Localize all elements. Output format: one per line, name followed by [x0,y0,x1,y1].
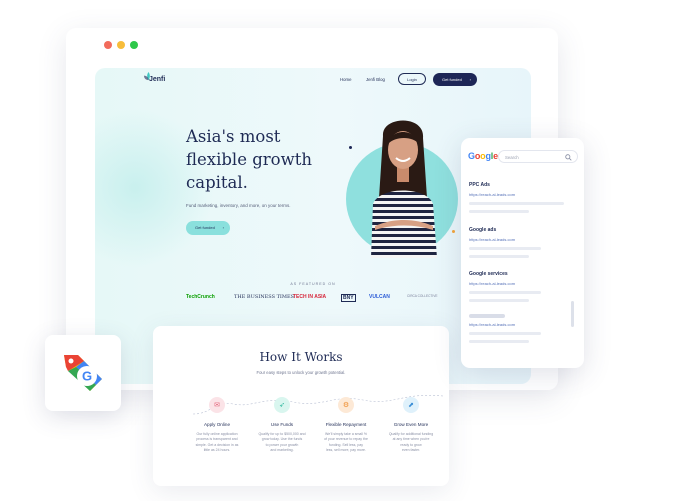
step-description: We'll simply take a small % of your reven… [324,432,368,452]
search-placeholder: Search [505,154,519,160]
decor-dot [452,230,455,233]
result-snippet-placeholder [469,291,541,294]
result-title[interactable]: PPC Ads [469,182,579,188]
press-logo-circa[interactable]: CIRCA COLLECTIVE [407,294,437,298]
result-title-placeholder [469,314,505,318]
rocket-icon: ➶ [274,397,290,413]
nav-get-funded-button[interactable]: Get funded › [433,73,477,86]
envelope-icon: ✉ [209,397,225,413]
hero-headline: Asia's most flexible growth capital. [186,125,336,194]
result-snippet-placeholder [469,340,529,343]
svg-text:G: G [82,369,92,384]
search-result[interactable]: Google services https://reach-al-leads.c… [469,271,579,302]
google-logo: Google [468,151,498,161]
google-results-panel: Google Search PPC Ads https://reach-al-l… [461,138,584,368]
growth-icon: ⬈ [403,397,419,413]
press-logo-bny[interactable]: BNY [341,294,356,302]
result-snippet-placeholder [469,210,529,213]
search-result[interactable]: PPC Ads https://reach-al-leads.com [469,182,579,213]
press-logo-business-times[interactable]: THE BUSINESS TIMES [234,294,294,300]
headline-line-1: Asia's most [186,127,281,146]
how-it-works-title: How It Works [259,350,343,364]
window-maximize-dot[interactable] [130,41,138,49]
result-title[interactable]: Google ads [469,227,579,233]
arrow-right-icon: › [222,225,224,230]
how-it-works-subtitle: Four easy steps to unlock your growth po… [256,370,346,375]
result-url[interactable]: https://reach-al-leads.com [469,237,579,242]
search-icon[interactable] [565,154,572,161]
step-title: Apply Online [203,422,231,427]
jenfi-logo[interactable]: Jenfi [144,72,165,83]
nav-get-funded-label: Get funded [442,77,462,82]
step-title: Grow Even More [393,422,429,427]
arrow-right-icon: › [469,77,471,82]
step-title: Flexible Repayment [325,422,367,427]
how-it-works-card: How It Works Four easy steps to unlock y… [153,326,449,486]
google-search-input[interactable]: Search [498,150,578,163]
step-grow-even-more: ⬈ Grow Even More Qualify for additional … [381,397,441,453]
press-logo-vulcan[interactable]: VULCAN [369,294,390,300]
hero-get-funded-button[interactable]: Get funded › [186,221,230,235]
search-result[interactable]: https://reach-al-leads.com [469,314,579,343]
leaf-icon [144,72,150,81]
nav-home-link[interactable]: Home [340,77,351,82]
search-result[interactable]: Google ads https://reach-al-leads.com [469,227,579,258]
result-snippet-placeholder [469,332,541,335]
window-close-dot[interactable] [104,41,112,49]
decor-dot [349,146,352,149]
step-title: Use Funds [270,422,294,427]
result-snippet-placeholder [469,299,529,302]
result-url[interactable]: https://reach-al-leads.com [469,322,579,327]
press-logo-tech-in-asia[interactable]: TECH IN ASIA [293,294,326,300]
headline-line-3: capital. [186,173,248,192]
step-description: Qualify for additional funding at any tim… [388,432,434,452]
step-use-funds: ➶ Use Funds Qualify for up to $500,000 a… [252,397,312,453]
nav-blog-link[interactable]: Jenfi Blog [366,77,385,82]
hero-cta-label: Get funded [195,225,215,230]
hero-subtext: Fund marketing, inventory, and more, on … [186,203,291,208]
press-logo-techcrunch[interactable]: TechCrunch [186,294,215,300]
chart-icon: ⚙ [338,397,354,413]
result-url[interactable]: https://reach-al-leads.com [469,281,579,286]
step-apply-online: ✉ Apply Online Our fully online applicat… [187,397,247,453]
result-url[interactable]: https://reach-al-leads.com [469,192,579,197]
google-tag-icon: G [64,355,102,391]
result-snippet-placeholder [469,247,541,250]
hero-portrait-image [371,120,437,258]
window-minimize-dot[interactable] [117,41,125,49]
google-ads-badge: G [45,335,121,411]
google-letter: G [468,151,475,161]
panel-scrollbar[interactable] [571,301,574,327]
step-description: Qualify for up to $500,000 and grow today… [258,432,306,452]
login-button[interactable]: Login [398,73,426,85]
step-flexible-repayment: ⚙ Flexible Repayment We'll simply take a… [316,397,376,453]
result-title[interactable]: Google services [469,271,579,277]
step-description: Our fully online application process is t… [195,432,239,452]
result-snippet-placeholder [469,202,564,205]
result-snippet-placeholder [469,255,529,258]
headline-line-2: flexible growth [186,150,312,169]
